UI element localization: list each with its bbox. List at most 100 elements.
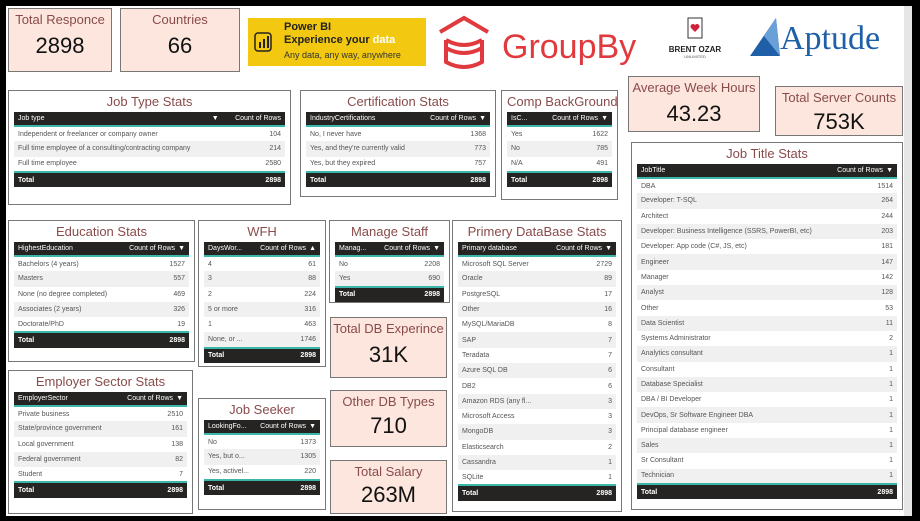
table-row[interactable]: DevOps, Sr Software Engineer DBA 1 [637,407,897,423]
table-row[interactable]: Federal government 82 [14,451,187,468]
table-row[interactable]: Amazon RDS (any fl... 3 [458,393,616,409]
table-row[interactable]: Full time employee 2580 [14,157,285,172]
table-row[interactable]: No, I never have 1368 [306,126,490,141]
table-row[interactable]: Technician 1 [637,468,897,484]
column-header-count[interactable]: Count of Rows [222,112,285,127]
manage-staff-table[interactable]: Manage Staff Manag... Count of Rows ▼ No 2208… [329,220,450,303]
column-header-count[interactable]: Count of Rows ▼ [828,164,897,179]
card-total-salary[interactable]: Total Salary 263M [330,460,447,514]
column-header-count[interactable]: Count of Rows ▼ [544,242,616,257]
column-header[interactable]: EmployerSector [14,392,116,407]
table-row[interactable]: State/province government 161 [14,421,187,437]
table-row[interactable]: Analytics consultant 1 [637,346,897,362]
sort-down-icon[interactable]: ▼ [309,423,316,430]
table-row[interactable]: Yes, and they're currently valid 773 [306,141,490,157]
scrollbar-strip[interactable] [904,6,912,516]
table-row[interactable]: None (no degree completed) 469 [14,287,189,302]
table-row[interactable]: Other 16 [458,301,616,318]
table-row[interactable]: 5 or more 316 [204,301,320,318]
table-row[interactable]: Systems Administrator 2 [637,331,897,346]
column-header-count[interactable]: Count of Rows ▼ [419,112,490,127]
card-other-db-types[interactable]: Other DB Types 710 [330,390,447,447]
table-row[interactable]: Azure SQL DB 6 [458,363,616,379]
sort-down-icon[interactable]: ▼ [176,395,183,402]
column-header[interactable]: LookingFo... [204,420,255,435]
column-header-count[interactable]: Count of Rows ▼ [254,420,320,435]
table-row[interactable]: None, or ... 1746 [204,332,320,348]
table-row[interactable]: Analyst 128 [637,285,897,301]
primary-database-stats-table[interactable]: Primery DataBase Stats Primary database Co… [452,220,622,512]
sort-down-icon[interactable]: ▼ [886,167,893,174]
table-row[interactable]: Yes 690 [335,271,444,287]
table-row[interactable]: Elasticsearch 2 [458,440,616,455]
column-header-count[interactable]: Count of Rows ▼ [535,112,612,127]
education-stats-table[interactable]: Education Stats HighestEducation Count of … [8,220,195,362]
table-row[interactable]: Developer: Business Intelligence (SSRS, … [637,223,897,240]
column-header[interactable]: JobTitle [637,164,829,179]
table-row[interactable]: Private business 2510 [14,406,187,421]
column-header[interactable]: IsC... [507,112,536,127]
certification-stats-table[interactable]: Certification Stats IndustryCertification… [300,90,496,197]
table-row[interactable]: MongoDB 3 [458,424,616,440]
sort-down-icon[interactable]: ▼ [178,245,185,252]
job-seeker-table[interactable]: Job Seeker LookingFo... Count of Rows ▼ No 13… [198,398,326,510]
sort-down-icon[interactable]: ▼ [601,115,608,122]
table-row[interactable]: Yes, activel... 220 [204,465,320,480]
table-row[interactable]: SQLite 1 [458,470,616,485]
card-total-server-counts[interactable]: Total Server Counts 753K [775,86,903,136]
comp-background-table[interactable]: Comp BackGround IsC... Count of Rows ▼ Yes 16… [501,90,618,200]
table-row[interactable]: Doctorate/PhD 19 [14,317,189,332]
sort-down-icon[interactable]: ▼ [479,115,486,122]
table-row[interactable]: Other 53 [637,300,897,315]
table-row[interactable]: 1 463 [204,317,320,332]
table-row[interactable]: Microsoft SQL Server 2729 [458,256,616,271]
column-header[interactable]: DaysWor... [204,242,251,257]
job-title-stats-table[interactable]: Job Title Stats JobTitle Count of Rows ▼ DBA… [631,142,903,510]
table-row[interactable]: SAP 7 [458,332,616,348]
employer-sector-stats-table[interactable]: Employer Sector Stats EmployerSector Count… [8,370,193,514]
card-total-responce[interactable]: Total Responce 2898 [8,8,112,72]
table-row[interactable]: Engineer 147 [637,254,897,270]
table-row[interactable]: 2 224 [204,287,320,302]
table-row[interactable]: Student 7 [14,467,187,482]
column-header-count[interactable]: Count of Rows ▲ [250,242,320,257]
sort-down-icon[interactable]: ▼ [605,245,612,252]
table-row[interactable]: Yes 1622 [507,126,612,141]
table-row[interactable]: Cassandra 1 [458,454,616,471]
table-row[interactable]: Masters 557 [14,271,189,287]
column-header[interactable]: IndustryCertifications [306,112,420,127]
table-row[interactable]: Database Specialist 1 [637,376,897,393]
column-header[interactable]: Job type ▼ [14,112,223,127]
column-header-count[interactable]: Count of Rows ▼ [115,392,187,407]
table-row[interactable]: 4 61 [204,256,320,271]
table-row[interactable]: DB2 6 [458,378,616,393]
table-row[interactable]: Microsoft Access 3 [458,409,616,424]
sort-down-icon[interactable]: ▼ [212,115,219,122]
card-countries[interactable]: Countries 66 [120,8,240,72]
table-row[interactable]: N/A 491 [507,157,612,172]
table-row[interactable]: Oracle 89 [458,271,616,287]
sort-up-icon[interactable]: ▲ [309,245,316,252]
table-row[interactable]: Consultant 1 [637,362,897,377]
table-row[interactable]: No 785 [507,141,612,157]
wfh-table[interactable]: WFH DaysWor... Count of Rows ▲ 4 61 3 88 2 224 5 o… [198,220,326,367]
table-row[interactable]: PostgreSQL 17 [458,287,616,302]
table-row[interactable]: Full time employee of a consulting/contr… [14,141,285,157]
column-header[interactable]: Primary database [458,242,545,257]
table-row[interactable]: Data Scientist 11 [637,315,897,331]
table-row[interactable]: Sr Consultant 1 [637,453,897,468]
column-header-count[interactable]: Count of Rows ▼ [373,242,444,257]
table-row[interactable]: Yes, but they expired 757 [306,157,490,172]
table-row[interactable]: Independent or freelancer or company own… [14,126,285,141]
table-row[interactable]: Yes, but o... 1305 [204,449,320,465]
table-row[interactable]: Manager 142 [637,270,897,285]
table-row[interactable]: DBA 1514 [637,178,897,193]
table-row[interactable]: DBA / BI Developer 1 [637,392,897,407]
table-row[interactable]: MySQL/MariaDB 8 [458,317,616,332]
column-header-count[interactable]: Count of Rows ▼ [119,242,189,257]
table-row[interactable]: No 2208 [335,256,444,271]
table-row[interactable]: Architect 244 [637,209,897,224]
table-row[interactable]: Developer: App code (C#, JS, etc) 181 [637,239,897,254]
table-row[interactable]: Teradata 7 [458,348,616,363]
table-row[interactable]: Bachelors (4 years) 1527 [14,256,189,271]
